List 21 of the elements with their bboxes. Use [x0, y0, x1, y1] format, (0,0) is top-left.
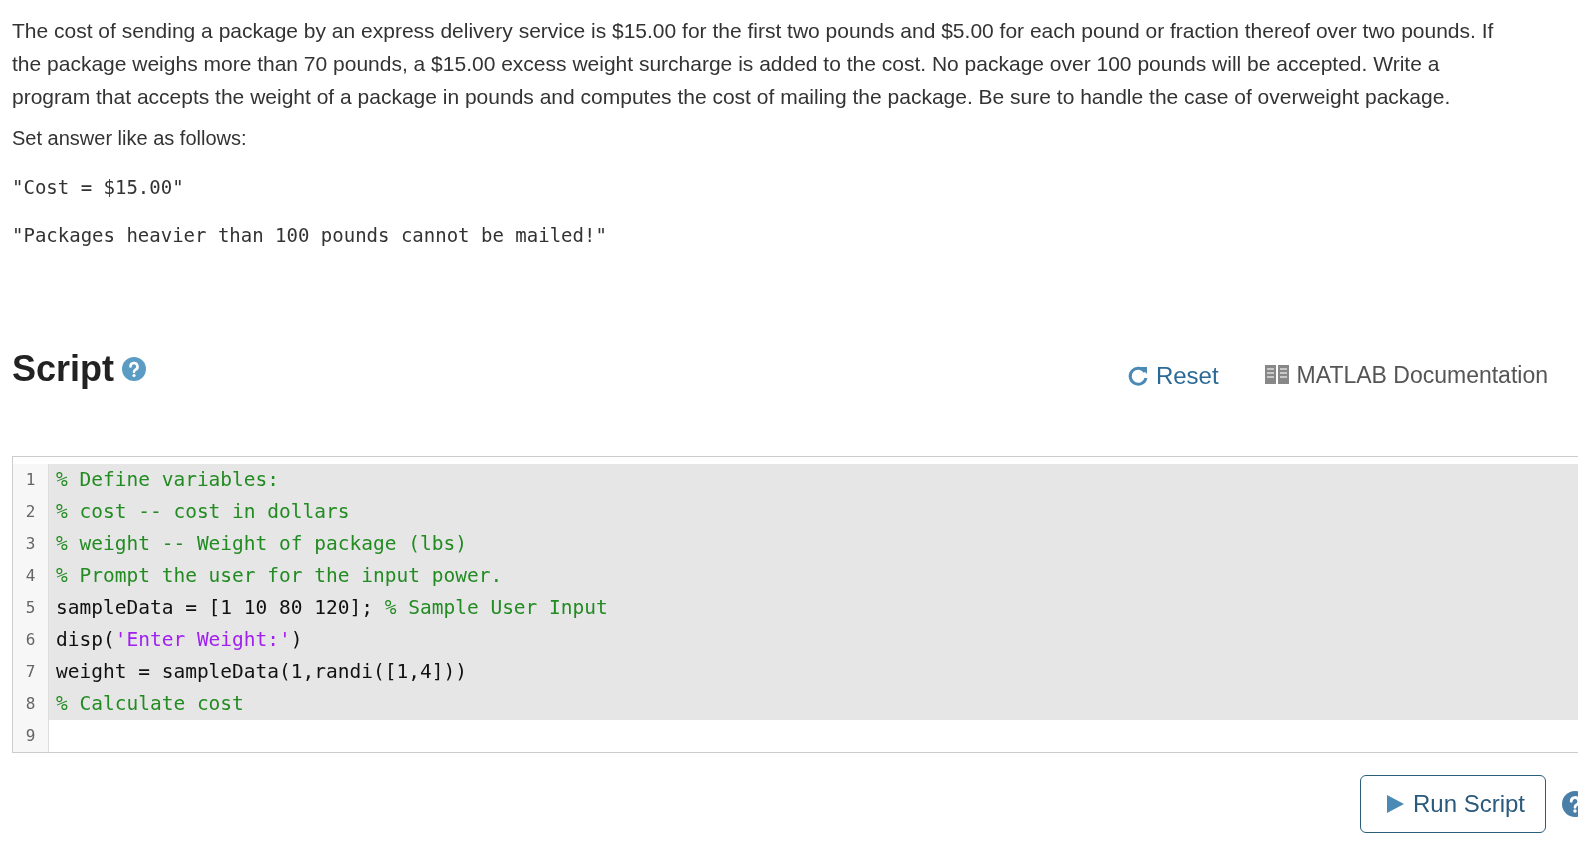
line-number: 9 — [13, 720, 49, 752]
line-number: 8 — [13, 688, 49, 720]
line-number: 3 — [13, 528, 49, 560]
reset-link[interactable]: Reset — [1125, 362, 1219, 390]
book-icon — [1264, 364, 1289, 386]
line-number: 7 — [13, 656, 49, 688]
line-number: 4 — [13, 560, 49, 592]
line-number: 1 — [13, 464, 49, 496]
play-icon — [1384, 794, 1405, 814]
line-number: 5 — [13, 592, 49, 624]
example-output: "Packages heavier than 100 pounds cannot be mailed!" — [12, 223, 608, 248]
example-output: "Cost = $15.00" — [12, 175, 185, 200]
help-icon[interactable] — [122, 357, 147, 381]
code-editor[interactable] — [12, 456, 1578, 753]
problem-description: The cost of sending a package by an express delivery service is $15.00 for the first two pounds and $5.00 for each pound or fraction thereof over two pounds. If the package weighs more than 70 pounds, a $15.00 excess weight surcharge is added to the cost. No package over 100 pounds will be accepted. Write a program that accepts the weight of a package in pounds and computes the cost of mailing the package. Be sure to handle the case of overweight package. — [12, 18, 1495, 110]
line-number: 2 — [13, 496, 49, 528]
instruction-text: Set answer like as follows: — [12, 126, 248, 151]
run-script-button[interactable]: Run Script — [1359, 775, 1546, 833]
line-number: 6 — [13, 624, 49, 656]
script-heading: Script — [12, 348, 115, 390]
documentation-link[interactable]: MATLAB Documentation — [1264, 361, 1548, 389]
